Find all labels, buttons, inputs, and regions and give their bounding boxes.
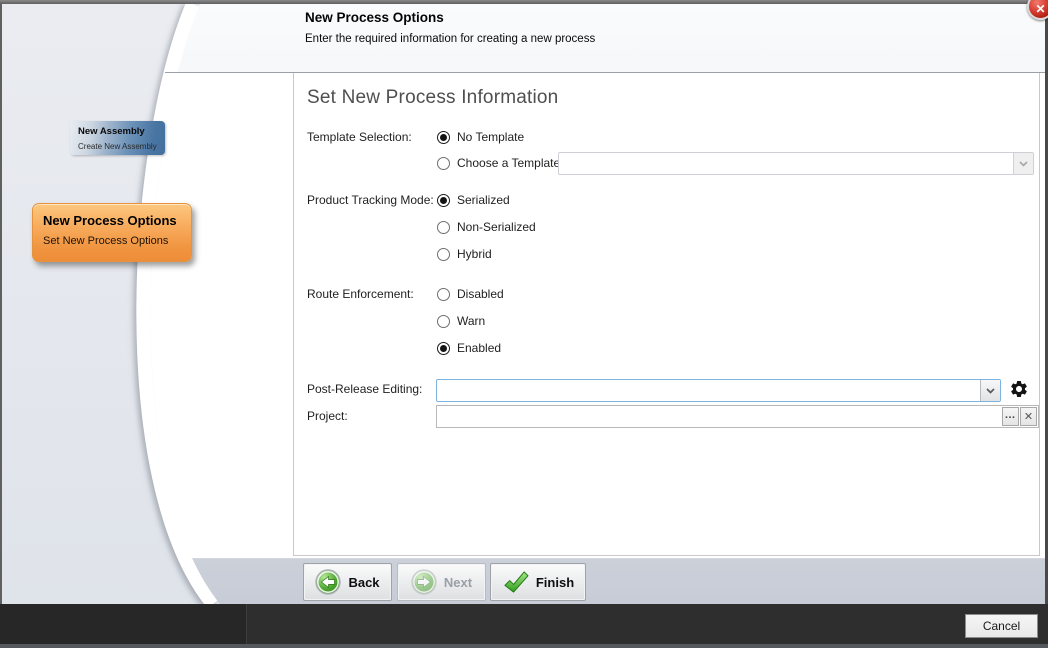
project-label: Project: [307, 409, 348, 423]
template-combobox[interactable] [558, 152, 1034, 175]
clear-x-icon: ✕ [1024, 410, 1033, 423]
form-heading: Set New Process Information [307, 87, 558, 109]
back-arrow-icon [315, 569, 341, 595]
radio-label: Disabled [457, 287, 504, 301]
page-title: New Process Options [305, 10, 444, 25]
project-browse-button[interactable]: … [1002, 407, 1019, 426]
template-combobox-input[interactable] [559, 153, 1013, 174]
cancel-button-label: Cancel [983, 619, 1020, 633]
radio-label: Enabled [457, 341, 501, 355]
template-selection-label: Template Selection: [307, 130, 412, 144]
template-combobox-dropdown-button[interactable] [1013, 153, 1033, 174]
step-title: New Assembly [78, 126, 165, 137]
radio-button-icon[interactable] [437, 342, 450, 355]
post-release-editing-combobox[interactable] [436, 379, 1001, 402]
radio-disabled[interactable]: Disabled [437, 285, 504, 303]
next-button[interactable]: Next [397, 563, 486, 601]
finish-button-label: Finish [536, 575, 574, 590]
radio-button-icon[interactable] [437, 288, 450, 301]
step-subtitle: Set New Process Options [43, 235, 191, 247]
finish-button[interactable]: Finish [490, 563, 586, 601]
bottom-bar-left-segment [0, 604, 246, 644]
radio-hybrid[interactable]: Hybrid [437, 245, 492, 263]
ellipsis-icon: … [1005, 409, 1017, 421]
radio-non-serialized[interactable]: Non-Serialized [437, 218, 536, 236]
checkmark-icon [502, 570, 529, 595]
gear-icon [1009, 379, 1029, 399]
next-arrow-icon [411, 569, 437, 595]
radio-enabled[interactable]: Enabled [437, 339, 501, 357]
step-title: New Process Options [43, 213, 191, 228]
page-subtitle: Enter the required information for creat… [305, 33, 595, 45]
cancel-button[interactable]: Cancel [965, 614, 1038, 638]
radio-label: Serialized [457, 193, 510, 207]
bottom-bar [0, 604, 1048, 644]
window-border-top [0, 0, 1048, 4]
radio-label: Hybrid [457, 247, 492, 261]
route-enforcement-label: Route Enforcement: [307, 287, 414, 301]
wizard-window: { "window": { "close_glyph": "✕" }, "hea… [0, 0, 1048, 648]
radio-label: Choose a Template [457, 156, 560, 170]
project-input[interactable] [438, 407, 1001, 426]
project-field[interactable]: … ✕ [436, 405, 1039, 428]
bottom-bar-divider [246, 604, 247, 644]
product-tracking-mode-label: Product Tracking Mode: [307, 193, 434, 207]
content-panel: Set New Process Information Template Sel… [293, 73, 1040, 556]
chevron-down-icon [986, 388, 995, 394]
radio-label: Non-Serialized [457, 220, 536, 234]
radio-warn[interactable]: Warn [437, 312, 485, 330]
project-clear-button[interactable]: ✕ [1020, 407, 1037, 426]
radio-button-icon[interactable] [437, 157, 450, 170]
wizard-step-new-process-options: New Process Options Set New Process Opti… [32, 203, 192, 262]
next-button-label: Next [444, 575, 472, 590]
window-border-left [0, 4, 2, 604]
radio-button-icon[interactable] [437, 315, 450, 328]
radio-choose-a-template[interactable]: Choose a Template [437, 154, 560, 172]
radio-button-icon[interactable] [437, 221, 450, 234]
step-subtitle: Create New Assembly [78, 142, 165, 151]
wizard-step-new-assembly: New Assembly Create New Assembly [70, 121, 165, 155]
chevron-down-icon [1019, 161, 1028, 167]
post-release-editing-dropdown-button[interactable] [980, 380, 1000, 401]
radio-serialized[interactable]: Serialized [437, 191, 510, 209]
radio-label: No Template [457, 130, 524, 144]
radio-button-icon[interactable] [437, 194, 450, 207]
radio-button-icon[interactable] [437, 248, 450, 261]
post-release-editing-settings-button[interactable] [1008, 378, 1029, 399]
close-icon: ✕ [1035, 3, 1045, 15]
post-release-editing-label: Post-Release Editing: [307, 382, 422, 396]
window-border-bottom [0, 644, 1048, 648]
back-button[interactable]: Back [303, 563, 392, 601]
back-button-label: Back [348, 575, 379, 590]
post-release-editing-input[interactable] [437, 380, 980, 401]
radio-label: Warn [457, 314, 485, 328]
radio-no-template[interactable]: No Template [437, 128, 524, 146]
radio-button-icon[interactable] [437, 131, 450, 144]
